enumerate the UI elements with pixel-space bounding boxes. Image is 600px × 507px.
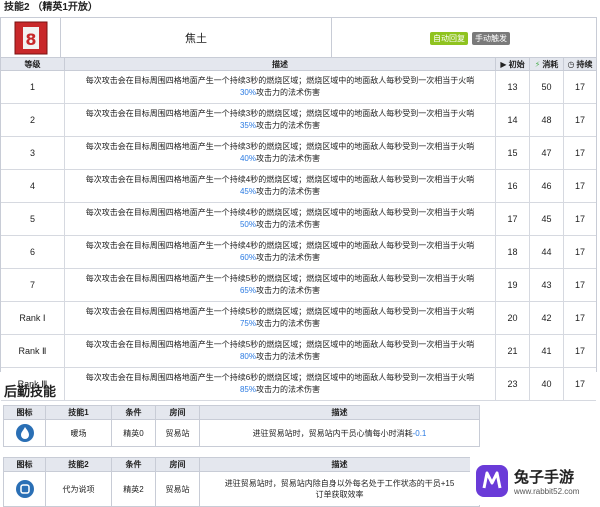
duration-cell: 17 bbox=[574, 247, 585, 257]
level-cell: 2 bbox=[1, 104, 65, 136]
level-cell: 5 bbox=[1, 203, 65, 235]
cost-cell: 42 bbox=[530, 302, 564, 334]
initial-cell: 13 bbox=[496, 71, 530, 103]
level-row: 2 每次攻击会在目标周围四格地面产生一个持续3秒的燃烧区域；燃烧区域中的地面敌人… bbox=[1, 104, 596, 137]
cost-cell: 45 bbox=[530, 203, 564, 235]
level-desc: 每次攻击会在目标周围四格地面产生一个持续6秒的燃烧区域；燃烧区域中的地面敌人每秒… bbox=[65, 368, 496, 400]
cost-cell: 44 bbox=[530, 236, 564, 268]
cost-cell: 40 bbox=[530, 368, 564, 400]
cost-cell: 48 bbox=[530, 104, 564, 136]
manual-trigger-badge: 手动触发 bbox=[472, 32, 510, 45]
cost-cell: 46 bbox=[530, 170, 564, 202]
cost-cell: 50 bbox=[530, 71, 564, 103]
logo-url: www.rabbit52.com bbox=[514, 487, 580, 496]
initial-cell: 18 bbox=[496, 236, 530, 268]
initial-cell: 14 bbox=[496, 104, 530, 136]
duration-cell: 17 bbox=[574, 346, 585, 356]
initial-header: ▶ 初始 bbox=[496, 58, 530, 70]
level-desc: 每次攻击会在目标周围四格地面产生一个持续3秒的燃烧区域；燃烧区域中的地面敌人每秒… bbox=[65, 104, 496, 136]
level-desc: 每次攻击会在目标周围四格地面产生一个持续3秒的燃烧区域；燃烧区域中的地面敌人每秒… bbox=[65, 137, 496, 169]
lightning-icon: ⚡ bbox=[534, 59, 541, 69]
flame-icon bbox=[15, 424, 34, 442]
trade-icon bbox=[15, 480, 34, 498]
logistics-title: 后勤技能 bbox=[4, 384, 57, 399]
initial-cell: 17 bbox=[496, 203, 530, 235]
cost-cell: 41 bbox=[530, 335, 564, 367]
skill-icon: 8 bbox=[1, 18, 61, 57]
svg-text:8: 8 bbox=[25, 30, 36, 49]
duration-cell: 17 bbox=[574, 181, 585, 191]
level-row: 3 每次攻击会在目标周围四格地面产生一个持续3秒的燃烧区域；燃烧区域中的地面敌人… bbox=[1, 137, 596, 170]
skill-table: 8 焦土 自动回复 手动触发 等级 描述 ▶ 初始 ⚡ 消耗 ◷ 持续 1 每次攻击会… bbox=[0, 17, 597, 401]
level-cell: 4 bbox=[1, 170, 65, 202]
section-header: 技能2 （精英1开放） bbox=[4, 2, 98, 13]
duration-cell: 17 bbox=[574, 313, 585, 323]
level-row: Rank Ⅱ 每次攻击会在目标周围四格地面产生一个持续5秒的燃烧区域；燃烧区域中… bbox=[1, 335, 596, 368]
level-header: 等级 bbox=[1, 58, 65, 70]
cost-cell: 47 bbox=[530, 137, 564, 169]
level-row: 7 每次攻击会在目标周围四格地面产生一个持续5秒的燃烧区域；燃烧区域中的地面敌人… bbox=[1, 269, 596, 302]
level-desc: 每次攻击会在目标周围四格地面产生一个持续5秒的燃烧区域；燃烧区域中的地面敌人每秒… bbox=[65, 269, 496, 301]
initial-cell: 15 bbox=[496, 137, 530, 169]
level-desc: 每次攻击会在目标周围四格地面产生一个持续4秒的燃烧区域；燃烧区域中的地面敌人每秒… bbox=[65, 170, 496, 202]
play-icon: ▶ bbox=[500, 59, 507, 69]
rabbit-logo-icon bbox=[476, 465, 508, 497]
auto-recovery-badge: 自动回复 bbox=[430, 32, 468, 45]
level-row: 5 每次攻击会在目标周围四格地面产生一个持续4秒的燃烧区域；燃烧区域中的地面敌人… bbox=[1, 203, 596, 236]
duration-cell: 17 bbox=[574, 379, 585, 389]
site-logo[interactable]: 兔子手游 www.rabbit52.com bbox=[470, 457, 600, 505]
skill-name: 焦土 bbox=[61, 18, 332, 57]
level-desc: 每次攻击会在目标周围四格地面产生一个持续3秒的燃烧区域；燃烧区域中的地面敌人每秒… bbox=[65, 71, 496, 103]
cost-cell: 43 bbox=[530, 269, 564, 301]
duration-header: ◷ 持续 bbox=[567, 59, 593, 69]
initial-cell: 23 bbox=[496, 368, 530, 400]
duration-cell: 17 bbox=[574, 280, 585, 290]
level-cell: 6 bbox=[1, 236, 65, 268]
level-desc: 每次攻击会在目标周围四格地面产生一个持续5秒的燃烧区域；燃烧区域中的地面敌人每秒… bbox=[65, 335, 496, 367]
level-cell: 7 bbox=[1, 269, 65, 301]
duration-cell: 17 bbox=[574, 82, 585, 92]
desc-header: 描述 bbox=[65, 58, 496, 70]
level-row: 4 每次攻击会在目标周围四格地面产生一个持续4秒的燃烧区域；燃烧区域中的地面敌人… bbox=[1, 170, 596, 203]
logistics-table-2: 图标 技能2 条件 房间 描述 代为说项 精英2 贸易站 进驻贸易站时，贸易站内… bbox=[3, 457, 480, 507]
duration-cell: 17 bbox=[574, 115, 585, 125]
initial-cell: 19 bbox=[496, 269, 530, 301]
level-row: Rank Ⅲ 每次攻击会在目标周围四格地面产生一个持续6秒的燃烧区域；燃烧区域中… bbox=[1, 368, 596, 401]
logistics-table-1: 图标 技能1 条件 房间 描述 暖场 精英0 贸易站 进驻贸易站时，贸易站内干员… bbox=[3, 405, 480, 447]
level-row: 6 每次攻击会在目标周围四格地面产生一个持续4秒的燃烧区域；燃烧区域中的地面敌人… bbox=[1, 236, 596, 269]
level-row: Rank Ⅰ 每次攻击会在目标周围四格地面产生一个持续5秒的燃烧区域；燃烧区域中… bbox=[1, 302, 596, 335]
level-desc: 每次攻击会在目标周围四格地面产生一个持续4秒的燃烧区域；燃烧区域中的地面敌人每秒… bbox=[65, 203, 496, 235]
initial-cell: 20 bbox=[496, 302, 530, 334]
logistics-row: 暖场 精英0 贸易站 进驻贸易站时，贸易站内干员心情每小时消耗 -0.1 bbox=[4, 420, 479, 446]
logo-title: 兔子手游 bbox=[514, 469, 575, 486]
level-cell: 1 bbox=[1, 71, 65, 103]
level-cell: Rank Ⅰ bbox=[1, 302, 65, 334]
initial-cell: 16 bbox=[496, 170, 530, 202]
level-desc: 每次攻击会在目标周围四格地面产生一个持续5秒的燃烧区域；燃烧区域中的地面敌人每秒… bbox=[65, 302, 496, 334]
logistics-row: 代为说项 精英2 贸易站 进驻贸易站时，贸易站内除自身以外每名处于工作状态的干员… bbox=[4, 472, 479, 506]
level-desc: 每次攻击会在目标周围四格地面产生一个持续4秒的燃烧区域；燃烧区域中的地面敌人每秒… bbox=[65, 236, 496, 268]
clock-icon: ◷ bbox=[567, 59, 575, 69]
level-cell: Rank Ⅱ bbox=[1, 335, 65, 367]
level-cell: 3 bbox=[1, 137, 65, 169]
cost-header: ⚡ 消耗 bbox=[530, 58, 564, 70]
duration-cell: 17 bbox=[574, 214, 585, 224]
level-row: 1 每次攻击会在目标周围四格地面产生一个持续3秒的燃烧区域；燃烧区域中的地面敌人… bbox=[1, 71, 596, 104]
duration-cell: 17 bbox=[574, 148, 585, 158]
initial-cell: 21 bbox=[496, 335, 530, 367]
